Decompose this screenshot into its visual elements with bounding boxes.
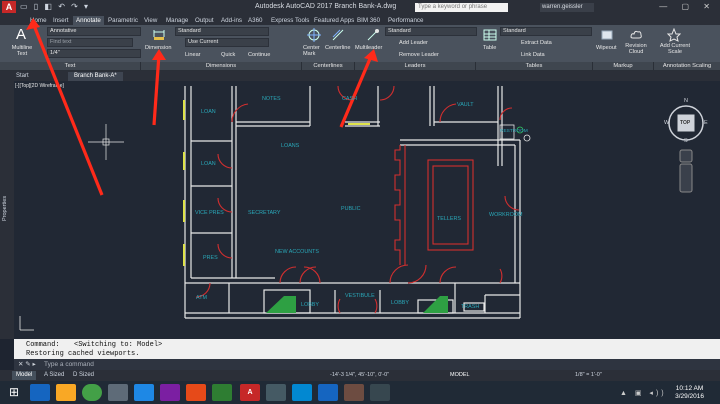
start-button[interactable]: ⊞ xyxy=(4,384,24,401)
app-icon[interactable] xyxy=(318,384,338,401)
app-icon[interactable] xyxy=(344,384,364,401)
teller-counter xyxy=(394,145,474,265)
viewcube-west[interactable]: W xyxy=(664,120,669,126)
chrome-icon[interactable] xyxy=(82,384,102,401)
excel-icon[interactable] xyxy=(212,384,232,401)
annotation-scale[interactable]: 1/8" = 1'-0" xyxy=(575,372,602,378)
restroom-fixtures xyxy=(499,124,531,142)
app-icon[interactable] xyxy=(108,384,128,401)
command-line-1: <Switching to: Model> xyxy=(74,341,163,349)
skype-icon[interactable] xyxy=(292,384,312,401)
outlook-icon[interactable] xyxy=(134,384,154,401)
layout-tab-d-sized[interactable]: D Sized xyxy=(69,371,98,380)
onenote-icon[interactable] xyxy=(160,384,180,401)
taskbar-clock[interactable]: 10:12 AM 3/29/2016 xyxy=(675,385,704,401)
autocad-taskbar-icon[interactable]: A xyxy=(240,384,260,401)
coordinates-readout: -14'-3 1/4", 45'-10", 0'-0" xyxy=(330,372,390,378)
floor-plan-walls xyxy=(184,86,521,319)
viewcube-top-face[interactable]: TOP xyxy=(680,120,690,126)
powerpoint-icon[interactable] xyxy=(186,384,206,401)
command-label: Command: xyxy=(26,341,60,349)
clock-time: 10:12 AM xyxy=(675,385,704,392)
windows-taskbar: ⊞ A ▲ ▣ ◂)) 10:12 AM 3/29/2016 xyxy=(0,381,720,404)
navigation-bar xyxy=(679,149,693,193)
command-placeholder: Type a command xyxy=(44,361,94,368)
model-space-toggle[interactable]: MODEL xyxy=(450,372,470,378)
layout-tab-a-sized[interactable]: A Sized xyxy=(40,371,68,380)
app-icon[interactable] xyxy=(266,384,286,401)
crosshair-cursor xyxy=(88,124,124,160)
status-bar: Model A Sized D Sized -14'-3 1/4", 45'-1… xyxy=(0,370,720,381)
door-swings xyxy=(195,85,520,314)
command-history: Command: <Switching to: Model> Restoring… xyxy=(14,339,720,359)
system-tray[interactable]: ▲ ▣ ◂)) xyxy=(620,389,667,397)
viewcube-east[interactable]: E xyxy=(704,120,708,126)
app-icon[interactable] xyxy=(370,384,390,401)
ucs-icon xyxy=(19,316,34,331)
command-prompt-icon: ✕ ✎ ▸ xyxy=(18,361,36,368)
ie-icon[interactable] xyxy=(30,384,50,401)
viewcube-north[interactable]: N xyxy=(684,98,688,104)
annotation-arrows xyxy=(26,18,378,196)
viewcube-south[interactable]: S xyxy=(684,138,688,144)
file-explorer-icon[interactable] xyxy=(56,384,76,401)
command-input[interactable]: ✕ ✎ ▸ Type a command xyxy=(14,359,720,370)
clock-date: 3/29/2016 xyxy=(675,393,704,400)
command-line-2: Restoring cached viewports. xyxy=(26,350,140,358)
lobby-stairs xyxy=(266,296,448,313)
layout-tab-model[interactable]: Model xyxy=(12,371,37,380)
